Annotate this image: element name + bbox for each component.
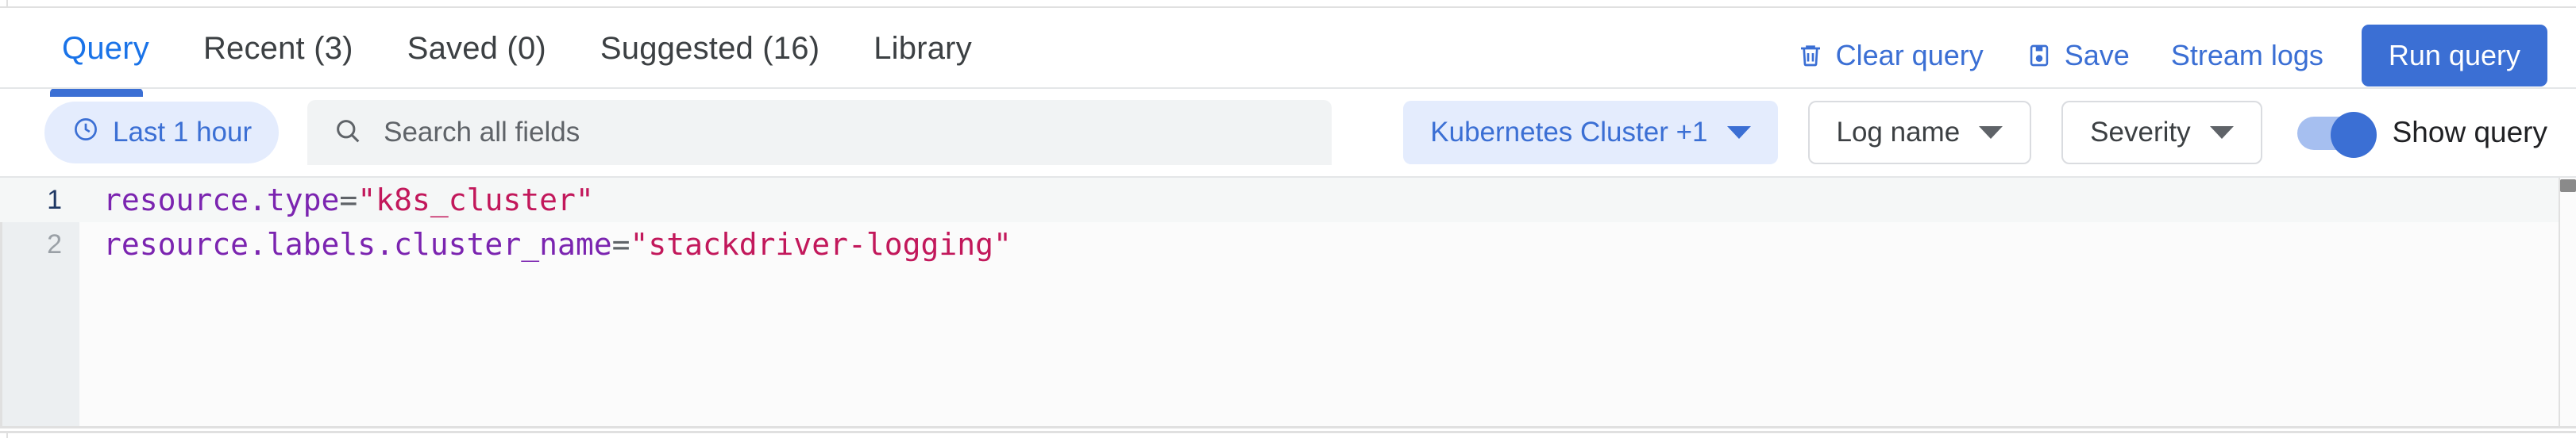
run-query-button[interactable]: Run query: [2361, 25, 2547, 86]
tab-suggested-label: Suggested (16): [600, 31, 820, 66]
tab-query[interactable]: Query: [35, 9, 176, 88]
tab-library-label: Library: [873, 31, 972, 66]
code-token-operator: =: [611, 227, 631, 262]
tab-saved[interactable]: Saved (0): [380, 9, 573, 88]
code-text: resource.type="k8s_cluster": [79, 182, 594, 217]
log-name-filter-dropdown[interactable]: Log name: [1807, 101, 2032, 164]
code-token-operator: =: [339, 182, 358, 217]
line-number: 1: [47, 184, 62, 215]
scrollbar-thumb[interactable]: [2560, 179, 2576, 192]
tab-suggested[interactable]: Suggested (16): [573, 9, 846, 88]
code-line[interactable]: 2 resource.labels.cluster_name="stackdri…: [0, 222, 2576, 267]
tab-library[interactable]: Library: [846, 9, 999, 88]
chevron-down-icon: [2209, 126, 2234, 139]
stream-logs-button[interactable]: Stream logs: [2150, 28, 2344, 83]
stream-logs-label: Stream logs: [2170, 39, 2323, 71]
chevron-down-icon: [1726, 126, 1751, 139]
query-editor[interactable]: 1 resource.type="k8s_cluster" 2 resource…: [0, 178, 2576, 428]
code-lines: 1 resource.type="k8s_cluster" 2 resource…: [0, 178, 2576, 267]
time-range-label: Last 1 hour: [113, 117, 253, 148]
severity-filter-dropdown[interactable]: Severity: [2061, 101, 2262, 164]
log-name-filter-label: Log name: [1836, 117, 1961, 148]
code-token-identifier: resource.type: [103, 182, 340, 217]
save-disk-icon: [2025, 41, 2053, 70]
severity-filter-label: Severity: [2090, 117, 2191, 148]
search-input[interactable]: Search all fields: [307, 100, 1332, 165]
toggle-knob: [2330, 112, 2377, 158]
filter-toolbar: Last 1 hour Search all fields Kubernetes…: [0, 89, 2576, 176]
time-range-chip[interactable]: Last 1 hour: [44, 102, 280, 163]
search-icon: [333, 116, 363, 150]
tab-recent[interactable]: Recent (3): [176, 9, 380, 88]
line-number: 2: [47, 229, 62, 259]
panel-bottom-left-edge: [6, 433, 8, 438]
toggle-switch[interactable]: [2296, 112, 2377, 158]
tab-query-label: Query: [62, 31, 149, 66]
code-token-string: "k8s_cluster": [357, 182, 594, 217]
clear-query-button[interactable]: Clear query: [1776, 28, 2004, 83]
tab-recent-label: Recent (3): [202, 31, 353, 66]
code-line[interactable]: 1 resource.type="k8s_cluster": [0, 178, 2576, 222]
show-query-label: Show query: [2392, 116, 2547, 148]
resource-filter-dropdown[interactable]: Kubernetes Cluster +1: [1403, 101, 1778, 164]
tab-list: Query Recent (3) Saved (0) Suggested (16…: [35, 9, 999, 88]
editor-vertical-scrollbar[interactable]: [2559, 178, 2576, 426]
code-text: resource.labels.cluster_name="stackdrive…: [79, 227, 1012, 262]
chevron-down-icon: [1979, 126, 2003, 139]
trash-icon: [1796, 41, 1825, 70]
resource-filter-label: Kubernetes Cluster +1: [1430, 117, 1708, 148]
clear-query-label: Clear query: [1835, 39, 1984, 71]
tab-bar: Query Recent (3) Saved (0) Suggested (16…: [0, 8, 2576, 97]
header-actions: Clear query Save Stream logs Run query: [1776, 16, 2547, 95]
save-button[interactable]: Save: [2004, 28, 2150, 83]
search-placeholder: Search all fields: [384, 117, 580, 148]
logs-explorer-query-panel: Query Recent (3) Saved (0) Suggested (16…: [0, 0, 2576, 438]
panel-bottom-divider: [0, 431, 2576, 433]
show-query-toggle[interactable]: Show query: [2296, 112, 2547, 158]
clock-icon: [71, 115, 100, 151]
save-label: Save: [2064, 39, 2130, 71]
code-token-string: "stackdriver-logging": [630, 227, 1012, 262]
tab-saved-label: Saved (0): [407, 31, 546, 66]
code-token-identifier: resource.labels.cluster_name: [103, 227, 612, 262]
